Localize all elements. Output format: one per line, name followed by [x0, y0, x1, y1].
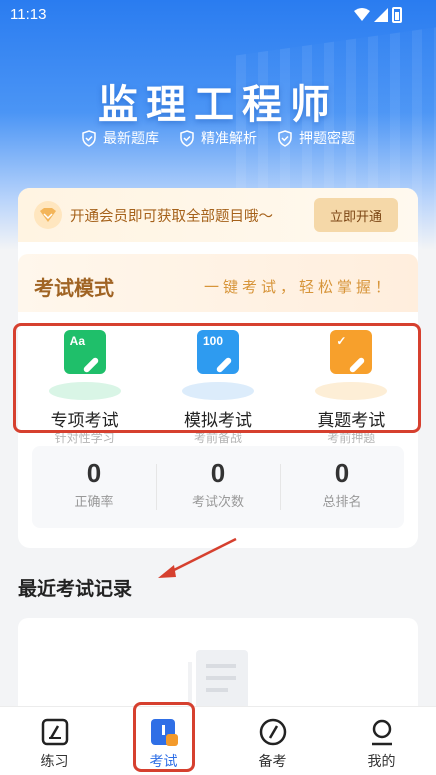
wifi-icon [354, 8, 370, 21]
status-bar: 11:13 [0, 0, 436, 28]
hero-tag: 押题密题 [277, 128, 355, 148]
nav-practice[interactable]: 练习 [0, 707, 109, 775]
stat-ranking: 0 总排名 [280, 446, 404, 528]
exam-mode-header: 考试模式 一键考试，轻松掌握！ [18, 254, 418, 312]
status-time: 11:13 [10, 6, 47, 23]
stat-label: 考试次数 [191, 495, 244, 510]
stat-label: 正确率 [74, 495, 114, 510]
vip-diamond-icon [34, 201, 62, 229]
activate-vip-button[interactable]: 立即开通 [314, 198, 398, 232]
vip-text: 开通会员即可获取全部题目哦～ [70, 208, 273, 225]
recent-records-title: 最近考试记录 [18, 578, 133, 600]
stat-value: 0 [86, 458, 102, 488]
stat-exam-count: 0 考试次数 [156, 446, 280, 528]
hero-tag-label: 最新题库 [103, 131, 159, 147]
hero-tag-label: 押题密题 [299, 131, 355, 147]
compass-icon [259, 718, 286, 746]
stat-accuracy: 0 正确率 [32, 446, 156, 528]
nav-label: 备考 [258, 754, 287, 770]
highlight-box-exam-modes [13, 323, 421, 433]
signal-icon [374, 8, 388, 22]
nav-profile[interactable]: 我的 [327, 707, 436, 775]
nav-prepare[interactable]: 备考 [218, 707, 327, 775]
stat-value: 0 [210, 458, 226, 488]
exam-mode-slogan: 一键考试，轻松掌握！ [203, 278, 394, 296]
stat-label: 总排名 [322, 495, 362, 510]
hero-tag-label: 精准解析 [201, 131, 257, 147]
practice-icon [41, 718, 68, 746]
battery-icon [392, 7, 402, 23]
profile-icon [371, 719, 392, 746]
nav-label: 我的 [367, 754, 396, 770]
annotation-arrow-icon [158, 537, 237, 578]
stat-value: 0 [334, 458, 350, 488]
hero-tags: 最新题库 精准解析 押题密题 [0, 128, 436, 148]
vip-banner[interactable]: 开通会员即可获取全部题目哦～ 立即开通 [18, 188, 418, 242]
stats-panel: 0 正确率 0 考试次数 0 总排名 [32, 446, 404, 528]
nav-label: 练习 [40, 754, 69, 770]
shield-check-icon [180, 129, 194, 147]
exam-mode-title: 考试模式 [34, 276, 114, 300]
shield-check-icon [278, 129, 292, 147]
hero-tag: 精准解析 [179, 128, 257, 148]
app-title: 监理工程师 [98, 82, 338, 128]
bottom-nav: 练习 考试 备考 我的 [0, 706, 436, 775]
status-icons [354, 7, 402, 23]
highlight-box-exam-tab [133, 702, 195, 772]
shield-check-icon [82, 129, 96, 147]
hero-tag: 最新题库 [81, 128, 159, 148]
